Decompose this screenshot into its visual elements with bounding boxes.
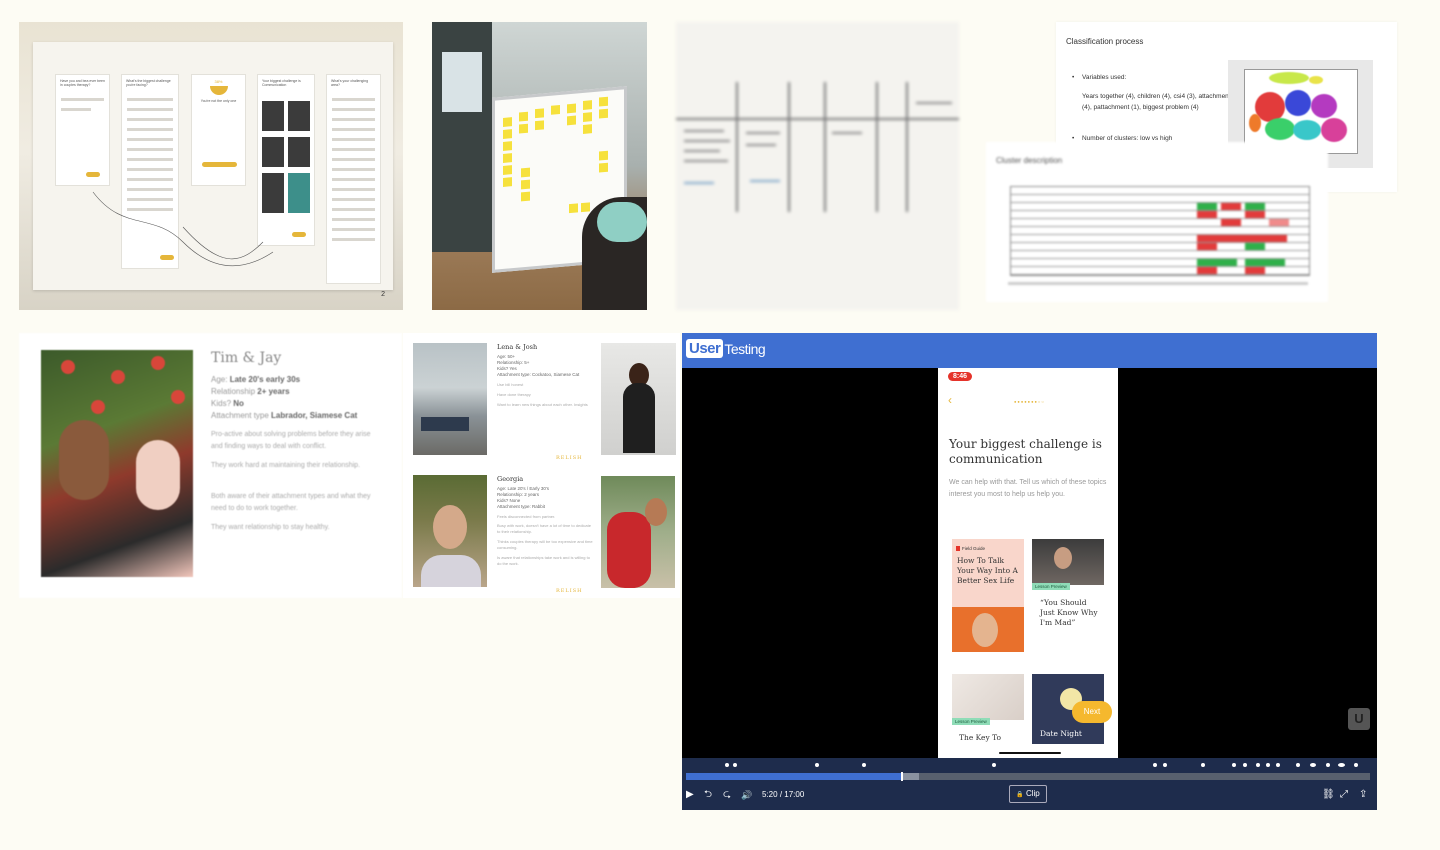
player-controls: ▶ ⮌ ⮎ 🔊 5:20 / 17:00 🔒 Clip ⛓ ⤢ ⇪ [682, 758, 1377, 810]
timeline-marker[interactable] [862, 763, 866, 767]
persona-line: Have done therapy [497, 392, 531, 397]
persona-name: Georgia [497, 475, 524, 483]
next-button: Next [1072, 701, 1112, 723]
tile-title: How To Talk Your Way Into A Better Sex L… [957, 556, 1018, 585]
bullet-variables-detail: Years together (4), children (4), csi4 (… [1082, 93, 1231, 111]
timeline-marker[interactable] [1163, 763, 1167, 767]
topic-tile-key: Lesson Preview The Key To [952, 674, 1024, 758]
georgia-photo [413, 475, 487, 587]
usertesting-logo[interactable]: User Testing [686, 339, 766, 358]
persona-paragraph: Pro-active about solving problems before… [211, 431, 371, 450]
tile-title: The Key To [959, 733, 1002, 742]
timeline-marker[interactable] [1232, 763, 1236, 767]
current-time: 5:20 [762, 790, 778, 799]
persona-line: Is aware that relationships take work an… [497, 555, 590, 566]
persona-paragraph: They want relationship to stay healthy. [211, 524, 330, 531]
timeline-marker[interactable] [1153, 763, 1157, 767]
topic-tile-field-guide: Field Guide How To Talk Your Way Into A … [952, 539, 1024, 652]
persona-age: Age: Late 20's early 30s [211, 375, 301, 384]
persona-attachment: Attachment type Labrador, Siamese Cat [211, 411, 358, 420]
tile-tag: Lesson Preview [952, 718, 990, 725]
usertesting-video-player[interactable]: User Testing 8:46 ‹ ●●●●●●●○○ Your bigges… [682, 333, 1377, 810]
clip-button[interactable]: 🔒 Clip [1009, 785, 1047, 803]
player-header: User Testing [682, 333, 1377, 368]
tile-tag: Lesson Preview [1032, 583, 1070, 590]
tile-tag: Field Guide [956, 546, 985, 551]
timeline-marker[interactable] [1201, 763, 1205, 767]
persona-cards-relish: Lena & Josh Age: 50+ Relationship: 5+ Ki… [403, 333, 680, 598]
persona-name: Lena & Josh [497, 343, 538, 351]
timeline-marker[interactable] [1276, 763, 1280, 767]
timeline-marker[interactable] [1256, 763, 1260, 767]
screen-title: Your biggest challenge is communication [949, 437, 1102, 466]
total-time: 17:00 [784, 790, 805, 799]
blurred-whiteboard-photo [676, 22, 959, 310]
timeline-marker[interactable] [733, 763, 737, 767]
time-separator: / [779, 790, 783, 799]
persona-kids: Kids? No [211, 399, 244, 408]
persona-line: Use bill honest [497, 382, 524, 387]
timeline-marker[interactable] [725, 763, 729, 767]
bullet-variables: Variables used: [1072, 72, 1232, 83]
persona-name: Tim & Jay [211, 350, 282, 366]
progress-dots: ●●●●●●●○○ [1014, 399, 1045, 404]
played-bar [686, 773, 901, 780]
persona-card-tim-jay: Tim & Jay Age: Late 20's early 30s Relat… [19, 333, 402, 598]
timeline-marker[interactable] [1266, 763, 1270, 767]
persona-line: Want to learn new things about each othe… [497, 402, 588, 407]
back-chevron-icon: ‹ [948, 393, 952, 407]
topic-tile-mad: Lesson Preview “You Should Just Know Why… [1032, 539, 1104, 652]
timeline-marker[interactable] [1326, 763, 1330, 767]
phone-timer: 8:46 [948, 372, 973, 381]
slide-title: Classification process [1066, 37, 1144, 46]
timeline-marker[interactable] [1243, 763, 1247, 767]
rewind-icon[interactable]: ⮌ [704, 789, 712, 801]
timeline-marker[interactable] [1296, 763, 1300, 767]
persona-line: Feels disconnected from partner. [497, 514, 556, 519]
woman-photo [601, 343, 676, 455]
persona-attrs: Age: Late 20's / Early 30's Relationship… [497, 486, 549, 509]
timeline-marker[interactable] [815, 763, 819, 767]
timeline-marker[interactable] [1338, 763, 1345, 767]
lock-icon: 🔒 [1016, 792, 1024, 798]
home-indicator [999, 752, 1061, 754]
relish-logo: RELISH [556, 455, 583, 461]
tile-title: “You Should Just Know Why I'm Mad” [1040, 598, 1098, 627]
tile-title: Date Night [1040, 729, 1082, 738]
persona-paragraph: Both aware of their attachment types and… [211, 493, 371, 512]
beach-couple-photo [413, 343, 487, 455]
relish-logo: RELISH [556, 588, 583, 594]
fullscreen-icon[interactable]: ⤢ [1340, 789, 1348, 801]
usertesting-watermark-icon: U [1348, 708, 1370, 730]
seek-bar[interactable] [686, 772, 1370, 781]
volume-icon[interactable]: 🔊 [741, 789, 752, 801]
playhead[interactable] [900, 772, 903, 781]
whiteboard-photo [432, 22, 647, 310]
wireframe-poster: Have you and bea ever been in couples th… [33, 42, 393, 290]
cluster-description-slide: Cluster description [986, 142, 1328, 302]
timecode: 5:20 / 17:00 [762, 790, 804, 799]
screen-subtitle: We can help with that. Tell us which of … [949, 479, 1107, 498]
persona-paragraph: They work hard at maintaining their rela… [211, 462, 361, 469]
cluster-table [1010, 186, 1310, 276]
page-number: 2 [381, 291, 385, 298]
forward-icon[interactable]: ⮎ [723, 789, 731, 801]
share-icon[interactable]: ⇪ [1359, 789, 1367, 801]
wireframes-wall-photo: Have you and bea ever been in couples th… [19, 22, 403, 310]
persona-attrs: Age: 50+ Relationship: 5+ Kids? Yes Atta… [497, 354, 580, 377]
door [432, 22, 492, 252]
couple-photo [41, 350, 193, 577]
timeline-marker[interactable] [992, 763, 996, 767]
persona-line: Thinks couples therapy will be too expen… [497, 539, 593, 550]
persona-line: Busy with work, doesn't have a lot of ti… [497, 523, 591, 534]
timeline-marker[interactable] [1354, 763, 1358, 767]
persona-relationship: Relationship 2+ years [211, 387, 290, 396]
play-icon[interactable]: ▶ [686, 789, 694, 801]
timeline-marker[interactable] [1310, 763, 1316, 767]
unlink-icon[interactable]: ⛓ [1322, 789, 1335, 801]
recorded-phone-screen: 8:46 ‹ ●●●●●●●○○ Your biggest challenge … [938, 368, 1118, 758]
wireframe-flow-lines [92, 191, 274, 267]
slide-title: Cluster description [996, 156, 1063, 165]
hugging-couple-photo [601, 476, 675, 588]
